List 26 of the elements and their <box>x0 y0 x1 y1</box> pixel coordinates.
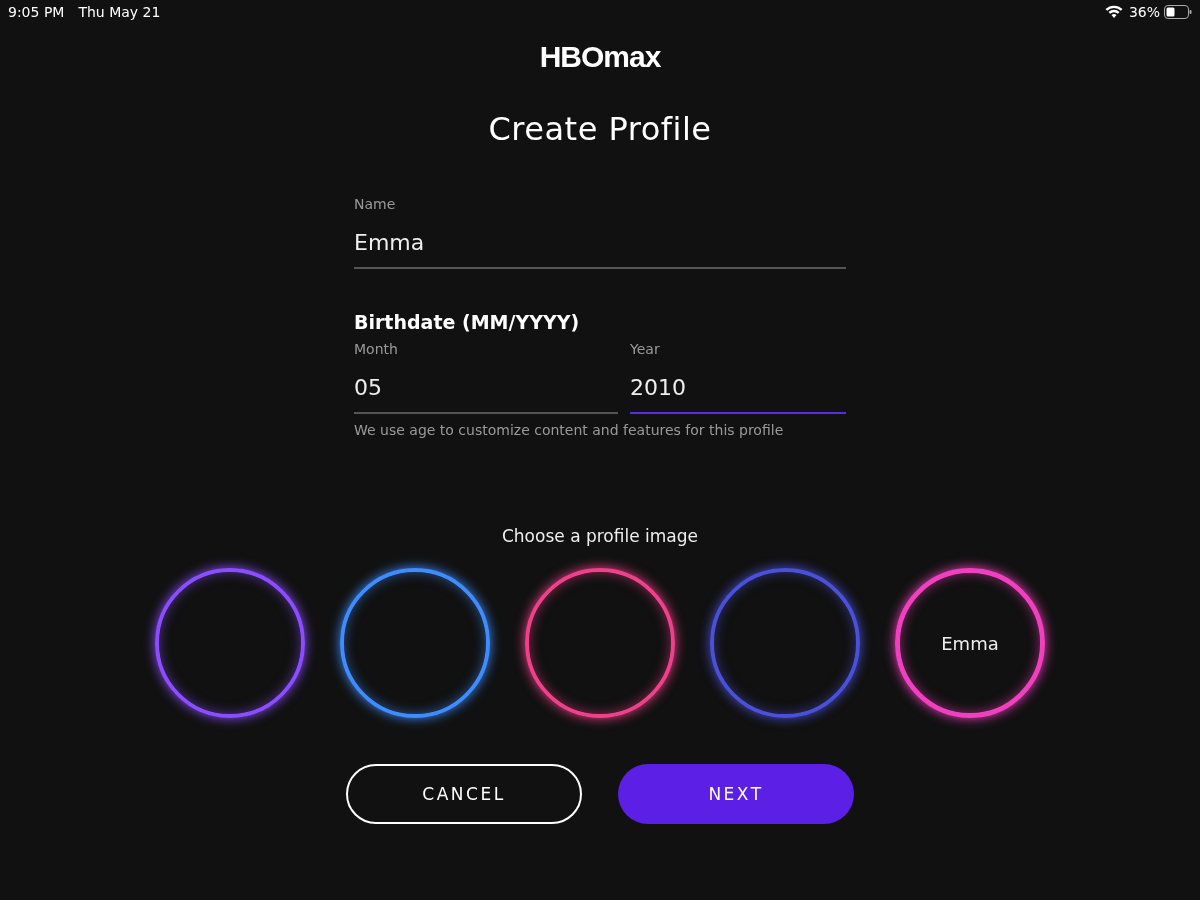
status-time: 9:05 PM <box>8 4 65 20</box>
field-label: Month <box>354 341 399 357</box>
next-button[interactable]: NEXT <box>618 764 854 824</box>
wifi-icon <box>1104 5 1123 19</box>
cancel-button[interactable]: CANCEL <box>346 764 582 824</box>
month-field[interactable]: Month 05 <box>354 341 618 414</box>
avatar-ring[interactable] <box>155 568 305 718</box>
page-title: Create Profile <box>488 110 712 148</box>
battery-percent: 36% <box>1128 4 1160 20</box>
field-label: Year <box>630 341 661 357</box>
avatar-ring[interactable] <box>340 568 490 718</box>
field-value: 2010 <box>630 375 687 400</box>
field-value: Emma <box>354 230 426 255</box>
logo: HBOmax <box>539 40 661 74</box>
field-value: 05 <box>354 375 383 400</box>
section-heading: Choose a profile image <box>501 526 698 546</box>
battery-icon <box>1164 5 1192 19</box>
field-label: Name <box>354 196 397 212</box>
status-date: Thu May 21 <box>78 4 161 20</box>
name-field[interactable]: Name Emma <box>354 196 846 269</box>
year-field[interactable]: Year 2010 <box>630 341 846 414</box>
section-heading: Birthdate (MM/YYYY) <box>354 311 581 333</box>
avatar-ring[interactable]: Emma <box>895 568 1045 718</box>
avatar-ring[interactable] <box>525 568 675 718</box>
hint-text: We use age to customize content and features for this profile <box>354 422 785 438</box>
avatar-ring[interactable] <box>710 568 860 718</box>
